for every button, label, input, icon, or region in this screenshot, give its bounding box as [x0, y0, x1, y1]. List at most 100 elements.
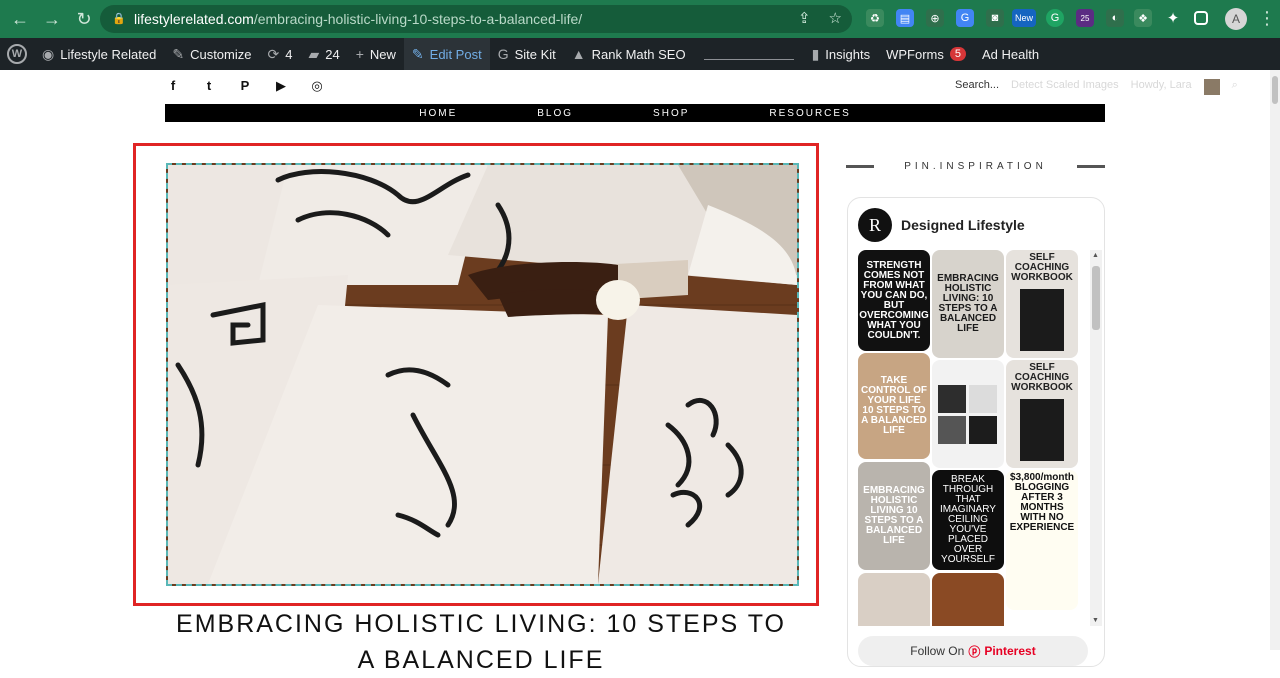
- follow-brand: Pinterest: [984, 644, 1036, 658]
- extension-leaf-icon[interactable]: ❖: [1134, 9, 1152, 27]
- address-bar[interactable]: 🔒 lifestylerelated.com/embracing-holisti…: [100, 5, 852, 33]
- workbook-cover: [1020, 399, 1064, 461]
- pin-card-food[interactable]: [932, 573, 1004, 626]
- social-links: f t P ▶ ◎: [165, 78, 325, 94]
- admin-rank-math[interactable]: ▲ Rank Math SEO: [564, 38, 694, 70]
- wordpress-logo-icon[interactable]: W: [0, 38, 34, 70]
- admin-ad-health[interactable]: Ad Health: [974, 38, 1047, 70]
- admin-updates[interactable]: ⟳ 4: [260, 38, 301, 70]
- extension-grammarly-icon[interactable]: G: [1046, 9, 1064, 27]
- pin-card[interactable]: EMBRACING HOLISTIC LIVING 10 STEPS TO A …: [858, 462, 930, 570]
- twitter-icon[interactable]: t: [201, 78, 217, 94]
- detect-scaled-images-ghost: Detect Scaled Images: [1011, 79, 1119, 91]
- pinterest-widget: R Designed Lifestyle STRENGTH COMES NOT …: [847, 197, 1105, 667]
- admin-edit-post[interactable]: ✎ Edit Post: [403, 38, 490, 70]
- admin-site-name[interactable]: ◉ Lifestyle Related: [34, 38, 164, 70]
- extension-new-badge-icon[interactable]: New: [1012, 9, 1036, 27]
- pinterest-icon[interactable]: P: [237, 78, 253, 94]
- extension-new-label: New: [1014, 13, 1033, 23]
- admin-updates-count: 4: [285, 46, 293, 62]
- admin-wpforms[interactable]: WPForms 5: [878, 38, 974, 70]
- pin-card[interactable]: $3,800/month BLOGGING AFTER 3 MONTHS WIT…: [1006, 470, 1078, 610]
- user-avatar[interactable]: [1203, 79, 1220, 95]
- page-scrollbar[interactable]: [1270, 70, 1280, 650]
- admin-insights-label: Insights: [825, 46, 871, 62]
- admin-comments[interactable]: ▰ 24: [300, 38, 347, 70]
- nav-blog[interactable]: BLOG: [537, 108, 573, 119]
- featured-image-illustration: [168, 165, 797, 584]
- nav-resources[interactable]: RESOURCES: [769, 108, 850, 119]
- pin-card[interactable]: TAKE CONTROL OF YOUR LIFE 10 STEPS TO A …: [858, 353, 930, 459]
- profile-avatar[interactable]: A: [1225, 8, 1247, 30]
- admin-customize[interactable]: ✎ Customize: [164, 38, 259, 70]
- search-field[interactable]: Search...: [955, 79, 999, 95]
- follow-on-pinterest-button[interactable]: Follow On ⓟ Pinterest: [858, 636, 1088, 666]
- admin-customize-label: Customize: [190, 46, 252, 62]
- lock-icon: 🔒: [112, 13, 126, 25]
- extensions-puzzle-icon[interactable]: ✦: [1164, 9, 1182, 27]
- admin-new-content[interactable]: + New: [348, 38, 404, 70]
- admin-rank-math-label: Rank Math SEO: [591, 46, 686, 62]
- sidebar-heading-text: PIN.INSPIRATION: [904, 160, 1047, 172]
- extension-moon-icon[interactable]: ◐: [1106, 9, 1124, 27]
- facebook-icon[interactable]: f: [165, 78, 181, 94]
- nav-shop[interactable]: SHOP: [653, 108, 689, 119]
- scroll-down-icon[interactable]: ▼: [1092, 617, 1099, 624]
- pin-card[interactable]: SELF COACHING WORKBOOK: [1006, 360, 1078, 468]
- extension-count-label: 25: [1080, 13, 1090, 23]
- featured-image[interactable]: [166, 163, 799, 586]
- search-icon[interactable]: ⌕: [1232, 79, 1238, 95]
- pin-card-text: EMBRACING HOLISTIC LIVING 10 STEPS TO A …: [863, 485, 925, 546]
- share-icon[interactable]: ⇪: [798, 9, 811, 27]
- extension-translate-icon[interactable]: G: [956, 9, 974, 27]
- extension-recycle-icon[interactable]: ♻: [866, 9, 884, 27]
- pin-card-apparel[interactable]: [932, 360, 1004, 468]
- admin-site-name-label: Lifestyle Related: [60, 46, 157, 62]
- pin-card-text: BREAK THROUGH THAT IMAGINARY CEILING YOU…: [940, 474, 996, 565]
- extension-docs-icon[interactable]: ▤: [896, 9, 914, 27]
- back-arrow-icon[interactable]: ←: [8, 7, 32, 31]
- pin-grid-scrollbar[interactable]: ▲ ▼: [1090, 250, 1102, 626]
- sidebar-heading: PIN.INSPIRATION: [846, 158, 1105, 174]
- scroll-up-icon[interactable]: ▲: [1092, 252, 1099, 259]
- pin-card[interactable]: EMBRACING HOLISTIC LIVING: 10 STEPS TO A…: [932, 250, 1004, 358]
- browser-toolbar: ← → ↻ 🔒 lifestylerelated.com/embracing-h…: [0, 0, 1280, 38]
- forward-arrow-icon[interactable]: →: [40, 7, 64, 31]
- google-g-icon: G: [497, 46, 509, 62]
- reload-icon[interactable]: ↻: [72, 7, 96, 31]
- instagram-icon[interactable]: ◎: [309, 78, 325, 94]
- admin-site-kit-label: Site Kit: [514, 46, 556, 62]
- extension-globe-icon[interactable]: ⊕: [926, 9, 944, 27]
- wpforms-notification-badge: 5: [949, 47, 966, 61]
- pin-card[interactable]: SELF COACHING WORKBOOK: [1006, 250, 1078, 358]
- pinterest-logo-icon: ⓟ: [968, 644, 981, 659]
- admin-site-kit[interactable]: G Site Kit: [490, 38, 564, 70]
- url-path: /embracing-holistic-living-10-steps-to-a…: [253, 11, 583, 27]
- bookmark-star-icon[interactable]: ☆: [829, 9, 842, 27]
- url-domain: lifestylerelated.com: [134, 11, 254, 27]
- browser-menu-icon[interactable]: ⋮: [1258, 8, 1276, 29]
- pin-card[interactable]: STRENGTH COMES NOT FROM WHAT YOU CAN DO,…: [858, 250, 930, 351]
- youtube-icon[interactable]: ▶: [273, 78, 289, 94]
- pin-grid: STRENGTH COMES NOT FROM WHAT YOU CAN DO,…: [858, 250, 1082, 626]
- follow-label: Follow On: [910, 644, 965, 658]
- extension-counter-icon[interactable]: 25: [1076, 9, 1094, 27]
- dashboard-icon: ◉: [42, 45, 55, 62]
- pinterest-profile[interactable]: R Designed Lifestyle: [858, 208, 1025, 242]
- brush-icon: ✎: [172, 45, 185, 62]
- nav-home[interactable]: HOME: [419, 108, 457, 119]
- admin-insights[interactable]: ▮ Insights: [804, 38, 879, 70]
- extension-camera-icon[interactable]: ◙: [986, 9, 1004, 27]
- traffic-sparkline: [703, 48, 794, 60]
- pin-card-text: TAKE CONTROL OF YOUR LIFE 10 STEPS TO A …: [861, 375, 927, 436]
- side-panel-icon[interactable]: [1194, 11, 1208, 25]
- pin-card-text: SELF COACHING WORKBOOK: [1011, 362, 1073, 393]
- admin-wpforms-label: WPForms: [886, 46, 944, 62]
- pin-card[interactable]: BREAK THROUGH THAT IMAGINARY CEILING YOU…: [932, 470, 1004, 570]
- pin-card-food[interactable]: [858, 573, 930, 626]
- heading-rule-right: [1076, 164, 1105, 168]
- admin-new-label: New: [369, 46, 396, 62]
- howdy-ghost: Howdy, Lara: [1130, 79, 1192, 91]
- main-navigation: HOME BLOG SHOP RESOURCES: [165, 104, 1105, 122]
- admin-ad-health-label: Ad Health: [982, 46, 1040, 62]
